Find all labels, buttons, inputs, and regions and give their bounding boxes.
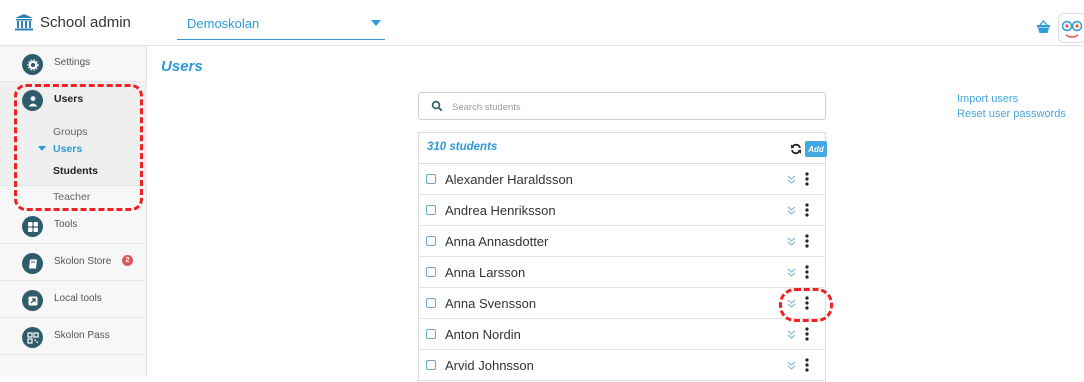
table-row[interactable]: Andrea Henriksson — [419, 195, 825, 226]
student-name: Anna Svensson — [445, 296, 537, 311]
student-name: Alexander Haraldsson — [445, 172, 573, 187]
sidebar-item-local-tools[interactable]: Local tools — [0, 282, 147, 318]
sidebar-item-label: Tools — [54, 219, 78, 230]
highlight-row-actions — [779, 288, 833, 322]
student-count: 310 students — [427, 141, 498, 153]
school-building-icon — [15, 14, 33, 31]
row-checkbox[interactable] — [426, 329, 436, 339]
chevron-double-down-icon[interactable] — [787, 361, 796, 370]
caret-down-icon — [371, 20, 381, 26]
more-vertical-icon[interactable] — [805, 203, 809, 217]
student-name: Anna Annasdotter — [445, 234, 549, 249]
more-vertical-icon[interactable] — [805, 358, 809, 372]
grid-icon — [22, 216, 43, 237]
chevron-double-down-icon[interactable] — [787, 175, 796, 184]
notification-badge: 2 — [122, 255, 133, 266]
search-input[interactable] — [452, 97, 812, 117]
more-vertical-icon[interactable] — [805, 327, 809, 341]
row-checkbox[interactable] — [426, 360, 436, 370]
row-checkbox[interactable] — [426, 236, 436, 246]
brand-title: School admin — [40, 13, 131, 31]
table-row[interactable]: Arvid Johnsson — [419, 350, 825, 381]
import-users-link[interactable]: Import users — [957, 92, 1066, 107]
table-row[interactable]: Anna Svensson — [419, 288, 825, 319]
table-row[interactable]: Anna Annasdotter — [419, 226, 825, 257]
search-box — [418, 92, 826, 120]
row-checkbox[interactable] — [426, 298, 436, 308]
more-vertical-icon[interactable] — [805, 234, 809, 248]
student-name: Anna Larsson — [445, 265, 526, 280]
chevron-double-down-icon[interactable] — [787, 206, 796, 215]
student-name: Arvid Johnsson — [445, 358, 534, 373]
sidebar-item-label: Skolon Pass — [54, 330, 110, 341]
student-name: Anton Nordin — [445, 327, 521, 342]
add-button[interactable]: Add — [805, 141, 827, 157]
search-icon — [431, 100, 443, 112]
book-icon — [22, 253, 43, 274]
face-icon — [1061, 20, 1083, 38]
students-list: 310 students Add Alexander Haraldsson An… — [418, 132, 827, 382]
sidebar-item-label: Skolon Store — [54, 256, 112, 267]
page-title: Users — [161, 58, 203, 75]
table-row[interactable]: Anton Nordin — [419, 319, 825, 350]
school-select[interactable]: Demoskolan — [177, 14, 385, 40]
gear-icon — [22, 54, 43, 75]
chevron-double-down-icon[interactable] — [787, 237, 796, 246]
chevron-double-down-icon[interactable] — [787, 330, 796, 339]
brand[interactable]: School admin — [14, 13, 131, 31]
more-vertical-icon[interactable] — [805, 265, 809, 279]
sidebar-item-label: Local tools — [54, 293, 102, 304]
top-bar: School admin Demoskolan — [0, 0, 1084, 46]
sidebar-item-label: Settings — [54, 57, 91, 68]
sidebar-item-settings[interactable]: Settings — [0, 46, 147, 82]
user-actions: Import users Reset user passwords — [957, 92, 1066, 122]
school-select-value: Demoskolan — [187, 16, 260, 31]
sidebar-item-skolon-pass[interactable]: Skolon Pass — [0, 319, 147, 355]
sidebar-item-skolon-store[interactable]: Skolon Store 2 — [0, 245, 147, 281]
highlight-users-menu — [14, 84, 143, 211]
table-row[interactable]: Alexander Haraldsson — [419, 164, 825, 195]
student-name: Andrea Henriksson — [445, 203, 556, 218]
user-avatar[interactable] — [1058, 13, 1084, 43]
more-vertical-icon[interactable] — [805, 172, 809, 186]
arrow-icon — [22, 290, 43, 311]
list-header: 310 students Add — [419, 133, 827, 164]
row-checkbox[interactable] — [426, 205, 436, 215]
refresh-icon[interactable] — [790, 143, 802, 155]
row-checkbox[interactable] — [426, 174, 436, 184]
row-checkbox[interactable] — [426, 267, 436, 277]
chevron-double-down-icon[interactable] — [787, 268, 796, 277]
sidebar-item-tools[interactable]: Tools — [0, 208, 147, 244]
basket-icon[interactable] — [1036, 20, 1051, 34]
table-row[interactable]: Anna Larsson — [419, 257, 825, 288]
reset-passwords-link[interactable]: Reset user passwords — [957, 107, 1066, 122]
qr-icon — [22, 327, 43, 348]
